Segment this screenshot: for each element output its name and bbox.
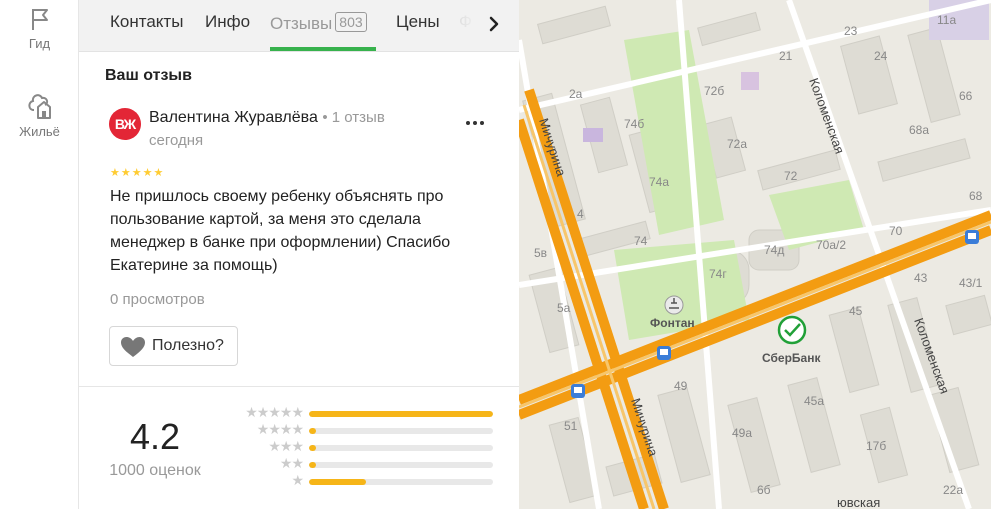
svg-text:4: 4 [577,207,584,221]
rail-item-label: Гид [28,36,51,51]
svg-text:74а: 74а [649,175,669,189]
svg-text:5в: 5в [534,246,547,260]
review-date: сегодня [149,132,204,149]
svg-text:49а: 49а [732,426,752,440]
svg-text:72а: 72а [727,137,747,151]
svg-text:70а/2: 70а/2 [816,238,846,252]
place-label: Фонтан [650,316,695,330]
svg-text:74: 74 [634,234,648,248]
rating-row-stars: ★★★★★ [245,404,304,420]
divider [79,386,519,387]
useful-button[interactable]: Полезно? [109,326,238,366]
rail-item-label: Жильё [19,124,60,139]
rating-row-fill [309,411,493,417]
useful-button-label: Полезно? [152,337,224,354]
rating-row-5: ★★★★★ [225,404,495,422]
street-label: ювская [837,495,880,509]
left-rail: Гид Жильё [0,0,79,509]
tab-info[interactable]: Инфо [205,12,250,32]
avatar[interactable]: ВЖ [109,108,141,140]
sber-marker[interactable]: СберБанк [762,315,821,365]
rating-row-4: ★★★★ [225,421,495,439]
tab-contacts[interactable]: Контакты [110,12,183,32]
svg-text:74д: 74д [764,243,784,257]
svg-text:45: 45 [849,304,863,318]
svg-text:70: 70 [889,224,903,238]
review-rating-stars: ★★★★★ [110,167,165,179]
author-review-count: 1 отзыв [331,109,385,126]
review-author[interactable]: Валентина Журавлёва • 1 отзыв [149,109,385,127]
svg-text:5а: 5а [557,301,571,315]
section-title: Ваш отзыв [105,67,192,84]
review-text: Не пришлось своему ребенку объяснять про… [110,188,451,274]
tab-reviews[interactable]: Отзывы 803 [270,12,367,34]
rating-row-1: ★ [225,472,495,490]
map-canvas[interactable]: 11а 23 21 24 2а 72б 74б 72а 66 68а 74а 7… [519,0,991,509]
rating-row-bar [309,462,493,468]
svg-text:22а: 22а [943,483,963,497]
svg-text:11а: 11а [937,13,956,27]
svg-text:21: 21 [779,49,793,63]
rail-item-housing[interactable]: Жильё [0,90,79,139]
svg-text:49: 49 [674,379,688,393]
svg-text:66: 66 [959,89,973,103]
rating-row-fill [309,462,317,468]
rail-item-guide[interactable]: Гид [0,6,79,51]
rating-row-stars: ★★★★ [256,421,304,437]
active-tab-indicator [270,47,376,51]
rating-value: 4.2 [129,416,181,457]
svg-text:43: 43 [914,271,928,285]
bus-stop-icon[interactable] [657,346,671,360]
svg-text:72б: 72б [704,84,724,98]
review-views: 0 просмотров [110,291,205,308]
rating-count: 1000 оценок [109,462,201,479]
svg-text:45а: 45а [804,394,824,408]
svg-text:6б: 6б [757,483,771,497]
place-label: СберБанк [762,351,821,365]
map-view[interactable]: 11а 23 21 24 2а 72б 74б 72а 66 68а 74а 7… [519,0,991,509]
svg-text:43/1: 43/1 [959,276,983,290]
rating-row-fill [309,445,317,451]
street-label: Коломенская [806,76,847,156]
rating-row-3: ★★★ [225,438,495,456]
rating-row-bar [309,445,493,451]
tab-reviews-label: Отзывы [270,14,333,33]
bus-stop-icon[interactable] [571,384,585,398]
tab-bar: Контакты Инфо Отзывы803 Цены Ф [79,0,519,52]
flag-icon [31,9,48,30]
rating-row-2: ★★ [225,455,495,473]
rating-row-bar [309,479,493,485]
org-panel: Контакты Инфо Отзывы803 Цены Ф Ваш отзыв… [79,0,519,509]
rating-row-fill [309,428,317,434]
author-meta-separator: • [322,109,332,126]
svg-text:17б: 17б [866,439,886,453]
tabs-fade [439,0,489,51]
svg-text:68: 68 [969,189,983,203]
tab-prices[interactable]: Цены [396,12,440,32]
rating-row-stars: ★ [291,472,304,488]
svg-text:2а: 2а [569,87,583,101]
svg-text:74б: 74б [624,117,644,131]
svg-text:51: 51 [564,419,578,433]
rating-row-bar [309,411,493,417]
author-name[interactable]: Валентина Журавлёва [149,109,318,126]
heart-icon [121,337,145,357]
svg-text:74г: 74г [709,267,727,281]
reviews-count-badge: 803 [335,12,367,32]
chevron-right-icon[interactable] [483,13,505,35]
tree-house-icon [27,94,51,119]
rating-row-stars: ★★★ [268,438,304,454]
rating-row-fill [309,479,367,485]
rating-row-bar [309,428,493,434]
app-root: Гид Жильё Контакты Инфо Отзывы803 Цены Ф [0,0,991,509]
svg-text:68а: 68а [909,123,929,137]
bus-stop-icon[interactable] [965,230,979,244]
svg-text:24: 24 [874,49,888,63]
svg-text:23: 23 [844,24,858,38]
svg-text:72: 72 [784,169,798,183]
more-options-icon[interactable] [462,113,488,133]
rating-row-stars: ★★ [279,455,304,471]
